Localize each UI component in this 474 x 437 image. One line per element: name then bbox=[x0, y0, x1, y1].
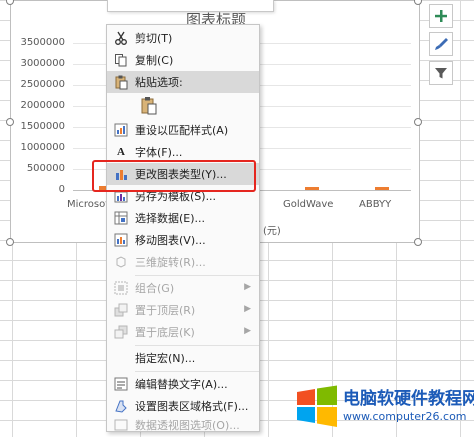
y-tick-label: 500000 bbox=[26, 163, 65, 174]
menu-item-pivot-chart-options[interactable]: 数据透视图选项(O)... bbox=[107, 417, 259, 433]
y-tick-label: 1500000 bbox=[20, 121, 65, 132]
font-icon: A bbox=[117, 146, 125, 158]
chart-styles-button[interactable] bbox=[429, 32, 453, 56]
x-tick-label: ABBYY bbox=[359, 199, 392, 210]
send-back-icon bbox=[107, 325, 135, 339]
windows-logo-icon bbox=[297, 385, 337, 427]
menu-item-bring-to-front[interactable]: 置于顶层(R) ▶ bbox=[107, 299, 259, 321]
reset-style-icon bbox=[107, 123, 135, 137]
bar-abbyy[interactable] bbox=[375, 187, 389, 190]
filter-icon bbox=[435, 68, 447, 79]
resize-handle[interactable] bbox=[6, 238, 14, 246]
chart-filters-button[interactable] bbox=[429, 61, 453, 85]
highlight-annotation-box bbox=[92, 160, 256, 192]
y-tick-label: 2500000 bbox=[20, 79, 65, 90]
select-data-icon bbox=[107, 211, 135, 225]
submenu-arrow-icon: ▶ bbox=[244, 304, 251, 314]
rotate-3d-icon bbox=[107, 255, 135, 269]
paste-option-icon[interactable] bbox=[135, 96, 163, 116]
menu-item-assign-macro[interactable]: 指定宏(N)... bbox=[107, 347, 259, 369]
brush-icon bbox=[435, 38, 448, 50]
menu-item-format-chart-area[interactable]: 设置图表区域格式(F)... bbox=[107, 395, 259, 417]
y-tick-label: 2000000 bbox=[20, 100, 65, 111]
submenu-arrow-icon: ▶ bbox=[244, 282, 251, 292]
group-icon bbox=[107, 281, 135, 295]
menu-separator bbox=[135, 275, 259, 276]
watermark-url: www.computer26.com bbox=[343, 410, 467, 423]
y-tick-label: 1000000 bbox=[20, 142, 65, 153]
menu-item-group[interactable]: 组合(G) ▶ bbox=[107, 277, 259, 299]
alt-text-icon bbox=[107, 377, 135, 391]
menu-separator bbox=[135, 371, 259, 372]
chart-elements-button[interactable] bbox=[429, 4, 453, 28]
plus-icon bbox=[435, 10, 447, 22]
scissors-icon bbox=[107, 31, 135, 45]
menu-item-edit-alt-text[interactable]: 编辑替换文字(A)... bbox=[107, 373, 259, 395]
y-tick-label: 3500000 bbox=[20, 37, 65, 48]
format-chart-icon bbox=[107, 399, 135, 413]
pivot-options-icon bbox=[107, 419, 135, 431]
menu-item-copy[interactable]: 复制(C) bbox=[107, 49, 259, 71]
move-chart-icon bbox=[107, 233, 135, 247]
resize-handle[interactable] bbox=[414, 238, 422, 246]
bar-goldwave[interactable] bbox=[305, 187, 319, 190]
resize-handle[interactable] bbox=[6, 118, 14, 126]
menu-item-paste-option-button[interactable] bbox=[107, 93, 259, 119]
watermark-title: 电脑软硬件教程网 bbox=[343, 389, 474, 409]
mini-toolbar bbox=[107, 0, 274, 12]
bring-front-icon bbox=[107, 303, 135, 317]
y-tick-label: 0 bbox=[58, 184, 65, 195]
menu-item-reset-style[interactable]: 重设以匹配样式(A) bbox=[107, 119, 259, 141]
resize-handle[interactable] bbox=[414, 118, 422, 126]
menu-item-cut[interactable]: 剪切(T) bbox=[107, 27, 259, 49]
menu-item-paste-options[interactable]: 粘贴选项: bbox=[107, 71, 259, 93]
menu-separator bbox=[135, 345, 259, 346]
resize-handle[interactable] bbox=[6, 0, 14, 5]
menu-item-move-chart[interactable]: 移动图表(V)... bbox=[107, 229, 259, 251]
menu-item-3d-rotation[interactable]: 三维旋转(R)... bbox=[107, 251, 259, 273]
watermark: 电脑软硬件教程网 www.computer26.com bbox=[293, 378, 474, 433]
x-axis-title: (元) bbox=[263, 226, 281, 237]
submenu-arrow-icon: ▶ bbox=[244, 326, 251, 336]
paste-icon bbox=[107, 75, 135, 90]
menu-item-select-data[interactable]: 选择数据(E)... bbox=[107, 207, 259, 229]
menu-item-send-to-back[interactable]: 置于底层(K) ▶ bbox=[107, 321, 259, 343]
copy-icon bbox=[107, 53, 135, 67]
x-tick-label: GoldWave bbox=[283, 199, 334, 210]
context-menu: 剪切(T) 复制(C) 粘贴选项: 重设以匹配样式(A) A 字体(F)... … bbox=[106, 24, 260, 432]
y-tick-label: 3000000 bbox=[20, 58, 65, 69]
